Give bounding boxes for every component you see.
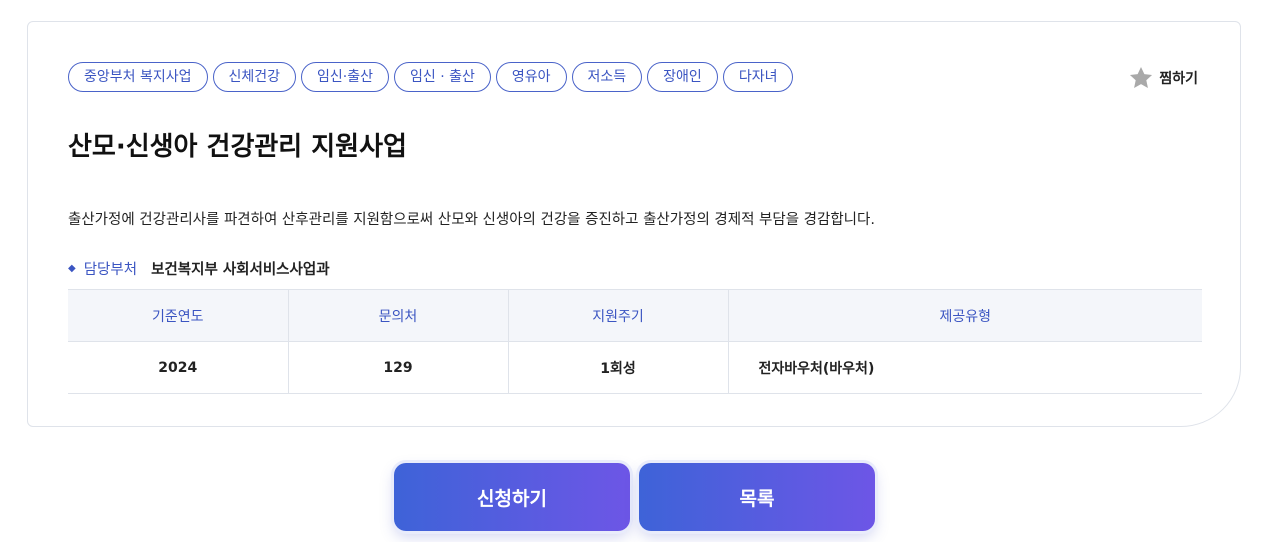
diamond-bullet-icon: ◆ <box>68 263 76 274</box>
bookmark-button[interactable]: 찜하기 <box>1128 65 1198 91</box>
program-description: 출산가정에 건강관리사를 파견하여 산후관리를 지원함으로써 산모와 신생아의 … <box>68 212 875 228</box>
cell-year: 2024 <box>68 341 289 394</box>
apply-button[interactable]: 신청하기 <box>394 463 630 531</box>
table-header-row: 기준연도 문의처 지원주기 제공유형 <box>68 289 1202 342</box>
cell-type: 전자바우처(바우처) <box>728 341 1202 394</box>
list-button[interactable]: 목록 <box>639 463 875 531</box>
tag[interactable]: 저소득 <box>571 62 643 92</box>
star-icon <box>1128 65 1154 91</box>
tag-list: 중앙부처 복지사업 신체건강 임신·출산 임신 · 출산 영유아 저소득 장애인… <box>68 62 794 92</box>
bookmark-label: 찜하기 <box>1159 71 1198 87</box>
tag[interactable]: 임신 · 출산 <box>394 62 491 92</box>
cell-contact: 129 <box>288 341 509 394</box>
table-row: 2024 129 1회성 전자바우처(바우처) <box>68 341 1202 394</box>
tag[interactable]: 영유아 <box>495 62 567 92</box>
department-label: 담당부처 <box>83 262 138 278</box>
column-header-cycle: 지원주기 <box>508 289 729 342</box>
department-value: 보건복지부 사회서비스사업과 <box>151 262 330 278</box>
column-header-contact: 문의처 <box>288 289 509 342</box>
tag[interactable]: 임신·출산 <box>301 62 390 92</box>
program-detail-card: 중앙부처 복지사업 신체건강 임신·출산 임신 · 출산 영유아 저소득 장애인… <box>27 21 1241 427</box>
tag[interactable]: 장애인 <box>647 62 718 92</box>
column-header-type: 제공유형 <box>728 289 1202 342</box>
department-row: ◆ 담당부처 보건복지부 사회서비스사업과 <box>68 258 330 279</box>
tag[interactable]: 다자녀 <box>722 62 794 92</box>
tag[interactable]: 중앙부처 복지사업 <box>68 62 208 92</box>
tag[interactable]: 신체건강 <box>212 62 297 92</box>
page-title: 산모·신생아 건강관리 지원사업 <box>68 132 407 162</box>
program-info-table: 기준연도 문의처 지원주기 제공유형 2024 129 1회성 전자바우처(바우… <box>68 289 1202 394</box>
cell-cycle: 1회성 <box>508 341 729 394</box>
column-header-year: 기준연도 <box>68 289 289 342</box>
